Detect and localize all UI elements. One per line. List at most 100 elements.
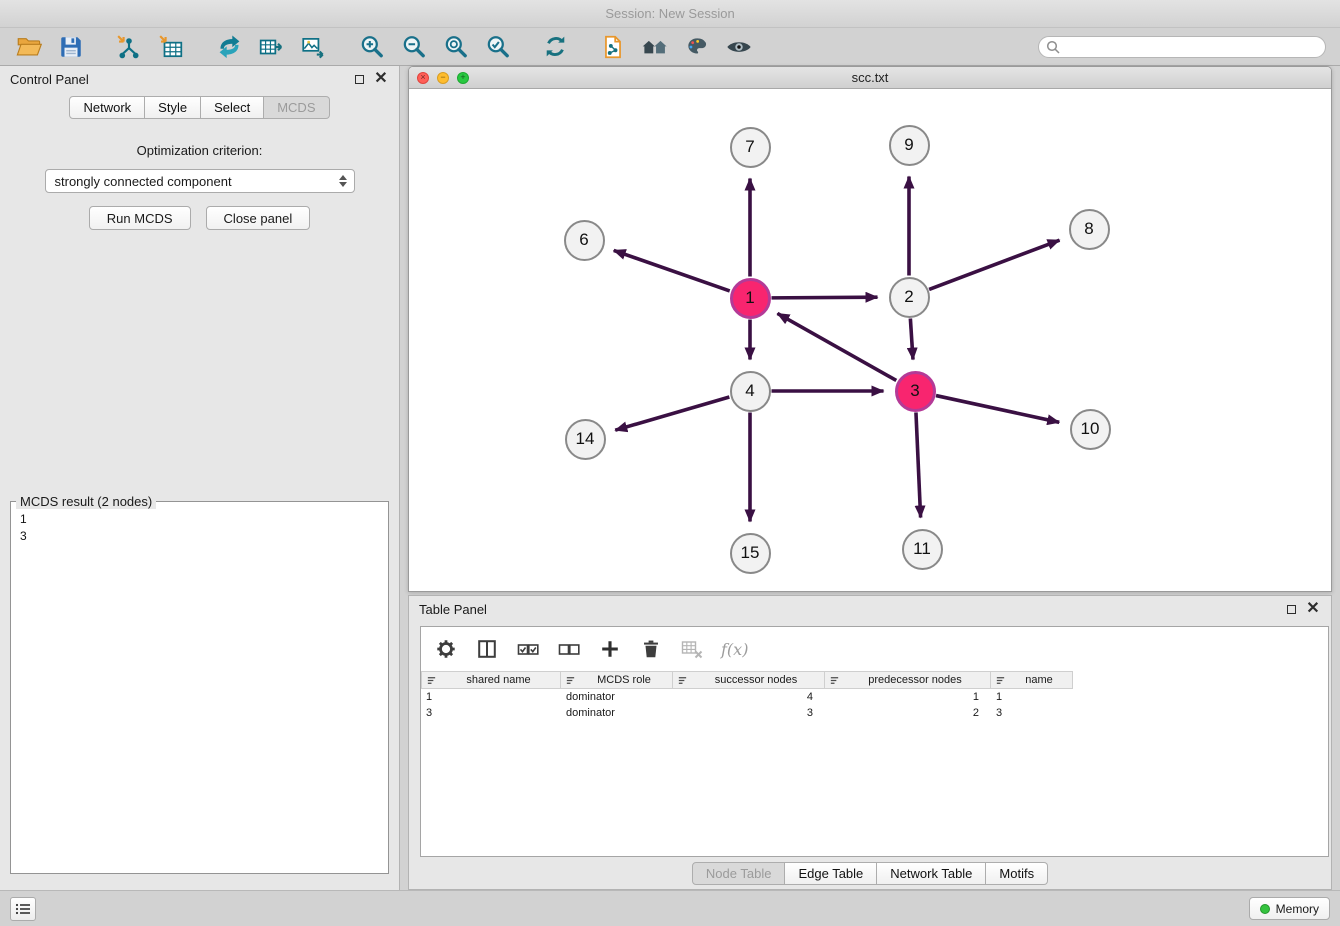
table-settings-icon[interactable] [434, 637, 458, 661]
search-field[interactable] [1038, 36, 1326, 58]
graph-node-3[interactable]: 3 [895, 371, 936, 412]
memory-button[interactable]: Memory [1249, 897, 1330, 920]
graph-edge-3-10[interactable] [936, 396, 1059, 423]
graph-node-10[interactable]: 10 [1070, 409, 1111, 450]
close-panel-button[interactable]: Close panel [206, 206, 311, 230]
graph-edge-3-11[interactable] [916, 412, 921, 517]
zoom-selected-icon[interactable] [482, 32, 512, 62]
graph-node-2[interactable]: 2 [889, 277, 930, 318]
network-window-titlebar[interactable]: × − + scc.txt [409, 67, 1331, 89]
table-cell: 3 [673, 707, 825, 719]
tab-network-table[interactable]: Network Table [877, 862, 986, 885]
sort-icon[interactable] [829, 674, 840, 686]
clone-network-icon[interactable] [598, 32, 628, 62]
graph-node-8[interactable]: 8 [1069, 209, 1110, 250]
graph-edge-3-1[interactable] [777, 313, 896, 380]
memory-label: Memory [1276, 902, 1319, 916]
window-titlebar: Session: New Session [0, 0, 1340, 28]
graph-node-4[interactable]: 4 [730, 371, 771, 412]
graph-edge-4-14[interactable] [615, 397, 729, 430]
tab-motifs[interactable]: Motifs [986, 862, 1048, 885]
window-minimize-icon[interactable]: − [437, 72, 449, 84]
import-table-icon[interactable] [156, 32, 186, 62]
zoom-in-icon[interactable] [356, 32, 386, 62]
close-table-panel-icon[interactable]: ✕ [1305, 601, 1321, 617]
select-all-rows-icon[interactable] [516, 637, 540, 661]
show-graphics-details-icon[interactable] [724, 32, 754, 62]
mcds-result-line: 3 [20, 528, 388, 545]
network-window: × − + scc.txt 7 9 6 8 1 2 4 3 14 10 15 11 [408, 66, 1332, 592]
status-bar: Memory [0, 890, 1340, 926]
network-canvas[interactable]: 7 9 6 8 1 2 4 3 14 10 15 11 [409, 89, 1331, 592]
table-cell: dominator [561, 707, 673, 719]
export-table-icon[interactable] [256, 32, 286, 62]
graph-edge-2-8[interactable] [929, 240, 1059, 289]
tab-edge-table[interactable]: Edge Table [785, 862, 877, 885]
mcds-result-box: MCDS result (2 nodes) 13 [10, 494, 389, 874]
float-panel-icon[interactable] [351, 71, 367, 87]
graph-edges-layer [409, 89, 1331, 592]
table-row[interactable]: 1dominator411 [421, 689, 1328, 705]
table-row[interactable]: 3dominator323 [421, 705, 1328, 721]
search-input[interactable] [1064, 40, 1318, 54]
sort-icon[interactable] [426, 674, 437, 686]
sort-icon[interactable] [677, 674, 688, 686]
tab-node-table[interactable]: Node Table [692, 862, 786, 885]
mcds-result-list[interactable]: 13 [11, 509, 388, 873]
graph-node-1[interactable]: 1 [730, 278, 771, 319]
tab-mcds[interactable]: MCDS [264, 96, 329, 119]
run-mcds-button[interactable]: Run MCDS [89, 206, 191, 230]
optimization-criterion-value: strongly connected component [55, 174, 232, 189]
column-header-predecessor-nodes[interactable]: predecessor nodes [825, 671, 991, 689]
tab-select[interactable]: Select [201, 96, 264, 119]
optimization-criterion-label: Optimization criterion: [0, 143, 399, 158]
graph-node-14[interactable]: 14 [565, 419, 606, 460]
graph-node-9[interactable]: 9 [889, 125, 930, 166]
main-area: Control Panel ✕ NetworkStyleSelectMCDS O… [0, 66, 1340, 890]
column-header-shared-name[interactable]: shared name [421, 671, 561, 689]
close-panel-icon[interactable]: ✕ [373, 71, 389, 87]
first-neighbors-icon[interactable] [640, 32, 670, 62]
export-image-icon[interactable] [298, 32, 328, 62]
column-header-name[interactable]: name [991, 671, 1073, 689]
save-session-icon[interactable] [56, 32, 86, 62]
column-header-successor-nodes[interactable]: successor nodes [673, 671, 825, 689]
graph-node-6[interactable]: 6 [564, 220, 605, 261]
graph-node-15[interactable]: 15 [730, 533, 771, 574]
mcds-result-title: MCDS result (2 nodes) [16, 494, 156, 509]
window-zoom-icon[interactable]: + [457, 72, 469, 84]
zoom-out-icon[interactable] [398, 32, 428, 62]
graph-node-11[interactable]: 11 [902, 529, 943, 570]
tab-style[interactable]: Style [145, 96, 201, 119]
graph-edge-2-3[interactable] [910, 318, 913, 359]
control-panel-tabs: NetworkStyleSelectMCDS [0, 96, 399, 119]
table-panel-title: Table Panel [419, 602, 487, 617]
task-history-button[interactable] [10, 897, 36, 921]
column-header-mcds-role[interactable]: MCDS role [561, 671, 673, 689]
fit-content-icon[interactable] [440, 32, 470, 62]
table-cell: 2 [825, 707, 991, 719]
unselect-all-rows-icon[interactable] [557, 637, 581, 661]
show-columns-icon[interactable] [475, 637, 499, 661]
delete-rows-icon[interactable] [639, 637, 663, 661]
open-session-icon[interactable] [14, 32, 44, 62]
sort-icon[interactable] [565, 674, 576, 686]
optimization-criterion-select[interactable]: strongly connected component [45, 169, 355, 193]
import-network-icon[interactable] [114, 32, 144, 62]
sort-icon[interactable] [995, 674, 1006, 686]
mcds-result-line: 1 [20, 511, 388, 528]
refresh-view-icon[interactable] [540, 32, 570, 62]
graph-edge-1-2[interactable] [771, 297, 877, 298]
add-row-icon[interactable] [598, 637, 622, 661]
graph-node-7[interactable]: 7 [730, 127, 771, 168]
select-stepper-icon [337, 172, 350, 190]
table-header-row: shared nameMCDS rolesuccessor nodesprede… [421, 671, 1328, 689]
apply-style-icon[interactable] [682, 32, 712, 62]
memory-status-icon [1260, 904, 1270, 914]
tab-network[interactable]: Network [69, 96, 145, 119]
window-close-icon[interactable]: × [417, 72, 429, 84]
table-panel: Table Panel ✕ [408, 595, 1332, 890]
graph-edge-1-6[interactable] [614, 250, 730, 291]
export-network-icon[interactable] [214, 32, 244, 62]
float-table-panel-icon[interactable] [1283, 601, 1299, 617]
